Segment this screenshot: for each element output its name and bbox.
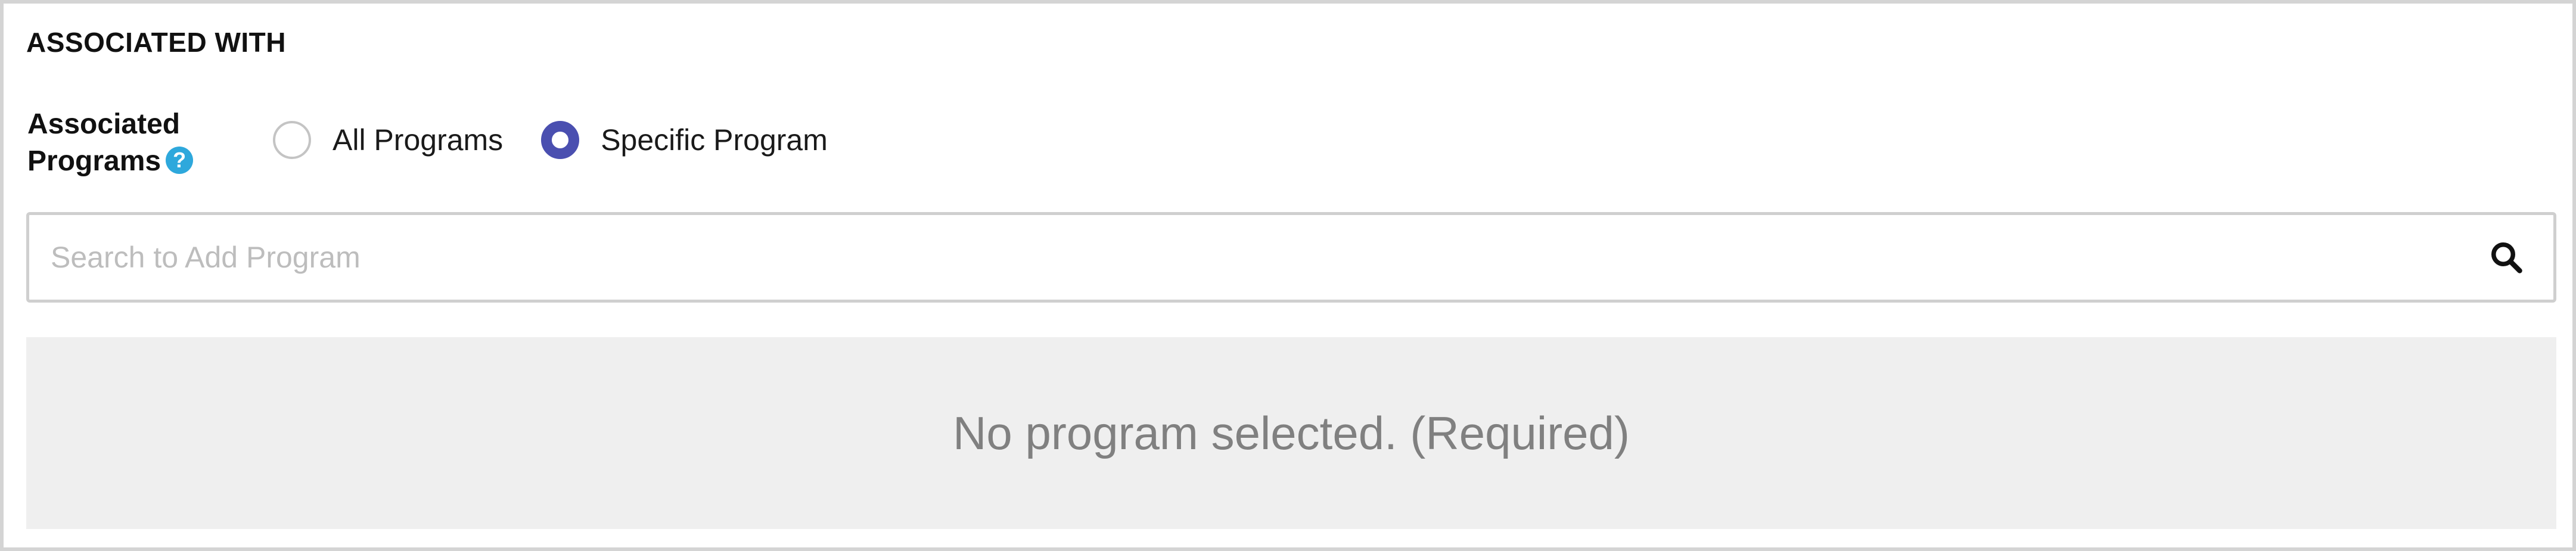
associated-programs-label: Associated Programs?: [27, 106, 224, 180]
radio-option-specific-program[interactable]: Specific Program: [541, 121, 828, 159]
section-title: ASSOCIATED WITH: [26, 27, 286, 58]
question-circle-icon[interactable]: ?: [166, 147, 194, 175]
empty-state-message: No program selected. (Required): [953, 406, 1630, 459]
radio-specific-program-label[interactable]: Specific Program: [601, 123, 828, 157]
radio-all-programs-label[interactable]: All Programs: [333, 123, 503, 157]
magnifier-icon[interactable]: [2485, 236, 2527, 278]
magnifier-icon-graphic: [2491, 242, 2522, 273]
associated-programs-radio-group: All Programs Specific Program: [273, 119, 866, 161]
radio-option-all-programs[interactable]: All Programs: [273, 121, 503, 159]
radio-specific-program[interactable]: [541, 121, 580, 159]
program-search-input[interactable]: [29, 215, 2485, 300]
empty-state-box: No program selected. (Required): [26, 337, 2556, 529]
associated-programs-label-text: Associated Programs: [27, 108, 181, 177]
radio-all-programs[interactable]: [273, 121, 311, 159]
program-search-box: [26, 212, 2556, 303]
associated-with-panel: ASSOCIATED WITH Associated Programs? All…: [0, 0, 2576, 551]
